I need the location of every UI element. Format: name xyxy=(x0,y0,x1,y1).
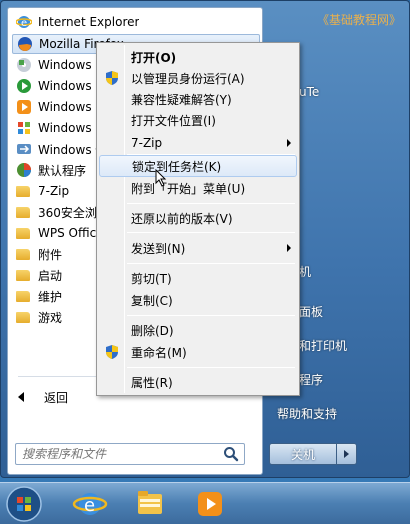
right-item-devices-printers[interactable]: 和打印机 xyxy=(299,337,347,354)
folder-icon xyxy=(16,204,32,220)
menu-item-cut[interactable]: 剪切(T) xyxy=(99,267,297,289)
right-item-help-support[interactable]: 帮助和支持 xyxy=(277,405,337,422)
firefox-icon xyxy=(18,37,32,51)
menu-item-compat-troubleshoot[interactable]: 兼容性疑难解答(Y) xyxy=(99,88,297,110)
menu-item-pin-to-taskbar[interactable]: 锁定到任务栏(K) xyxy=(99,155,297,177)
folder-icon xyxy=(16,288,32,304)
menu-item-rename[interactable]: 重命名(M) xyxy=(99,341,297,363)
menu-item-label: 打开(O) xyxy=(131,50,177,65)
menu-item-properties[interactable]: 属性(R) xyxy=(99,371,297,393)
windows-media-player-icon xyxy=(17,100,31,114)
menu-item-label: 复制(C) xyxy=(131,293,173,308)
back-button[interactable]: 返回 xyxy=(18,386,68,408)
watermark: 《基础教程网》 xyxy=(316,13,401,27)
program-label: 默认程序 xyxy=(38,163,87,178)
menu-item-pin-to-start[interactable]: 附到「开始」菜单(U) xyxy=(99,177,297,199)
taskbar: e xyxy=(0,482,410,524)
menu-item-label: 兼容性疑难解答(Y) xyxy=(131,92,232,107)
windows-media-player-icon[interactable] xyxy=(190,485,230,523)
menu-item-label: 删除(D) xyxy=(131,323,174,338)
program-label: WPS Office xyxy=(38,226,104,240)
menu-item-label: 以管理员身份运行(A) xyxy=(131,71,245,86)
back-arrow-icon xyxy=(18,392,24,402)
default-programs-icon xyxy=(17,163,31,177)
submenu-arrow-icon xyxy=(287,244,291,252)
folder-icon xyxy=(16,309,32,325)
submenu-arrow-icon xyxy=(287,139,291,147)
menu-item-restore-versions[interactable]: 还原以前的版本(V) xyxy=(99,207,297,229)
menu-item-label: 剪切(T) xyxy=(131,271,172,286)
back-label: 返回 xyxy=(44,390,69,405)
svg-text:e: e xyxy=(84,495,95,516)
program-label: 游戏 xyxy=(38,310,63,325)
uac-shield-icon xyxy=(106,345,118,359)
program-label: Internet Explorer xyxy=(38,15,140,29)
windows-media-center-icon xyxy=(17,79,31,93)
menu-separator xyxy=(127,263,295,264)
windows-dvd-maker-icon xyxy=(17,58,31,72)
shutdown-button[interactable]: 关机 xyxy=(269,443,337,465)
windows-easy-transfer-icon xyxy=(17,144,31,154)
uac-shield-icon xyxy=(106,71,118,85)
menu-item-run-as-admin[interactable]: 以管理员身份运行(A) xyxy=(99,67,297,89)
menu-separator xyxy=(127,315,295,316)
folder-icon xyxy=(16,225,32,241)
menu-item-label: 还原以前的版本(V) xyxy=(131,211,233,226)
program-label: 附件 xyxy=(38,247,63,262)
menu-item-open-file-location[interactable]: 打开文件位置(I) xyxy=(99,109,297,131)
windows-explorer-icon[interactable] xyxy=(130,485,170,523)
program-label: 维护 xyxy=(38,289,63,304)
menu-item-label: 属性(R) xyxy=(131,375,173,390)
context-menu: 打开(O) 以管理员身份运行(A) 兼容性疑难解答(Y) 打开文件位置(I) 7… xyxy=(96,42,300,396)
windows-update-icon xyxy=(18,122,30,134)
menu-item-label: 附到「开始」菜单(U) xyxy=(131,181,246,196)
right-item-user-folder[interactable]: uTe xyxy=(299,85,319,99)
menu-item-label: 发送到(N) xyxy=(131,241,186,256)
folder-icon xyxy=(16,183,32,199)
program-label: 7-Zip xyxy=(38,184,70,198)
program-internet-explorer[interactable]: e Internet Explorer xyxy=(12,12,260,32)
svg-text:e: e xyxy=(21,18,27,29)
menu-item-label: 重命名(M) xyxy=(131,345,187,360)
menu-separator xyxy=(127,203,295,204)
menu-item-label: 打开文件位置(I) xyxy=(131,113,216,128)
right-item-default-programs[interactable]: 程序 xyxy=(299,371,323,388)
program-label: Windows D xyxy=(38,58,105,72)
menu-item-label: 7-Zip xyxy=(131,136,163,150)
program-label: 启动 xyxy=(38,268,63,283)
search-input[interactable] xyxy=(22,445,222,463)
menu-item-copy[interactable]: 复制(C) xyxy=(99,289,297,311)
start-orb-icon[interactable] xyxy=(4,485,44,523)
mouse-cursor-icon xyxy=(155,169,167,187)
folder-icon xyxy=(16,246,32,262)
shutdown-options-button[interactable] xyxy=(337,443,357,465)
folder-icon xyxy=(16,267,32,283)
right-item-control-panel[interactable]: 面板 xyxy=(299,303,323,320)
internet-explorer-icon: e xyxy=(16,16,32,29)
menu-item-delete[interactable]: 删除(D) xyxy=(99,319,297,341)
chevron-right-icon xyxy=(344,450,349,458)
menu-item-7zip[interactable]: 7-Zip xyxy=(99,132,297,154)
menu-item-send-to[interactable]: 发送到(N) xyxy=(99,237,297,259)
menu-separator xyxy=(127,232,295,233)
search-icon[interactable] xyxy=(222,445,240,463)
menu-separator xyxy=(127,367,295,368)
internet-explorer-icon[interactable]: e xyxy=(70,485,110,523)
search-box[interactable] xyxy=(15,443,245,465)
menu-item-label: 锁定到任务栏(K) xyxy=(132,159,222,174)
menu-item-open[interactable]: 打开(O) xyxy=(99,46,297,68)
program-label: Windows U xyxy=(38,121,105,135)
right-item-computer[interactable]: 机 xyxy=(299,263,311,280)
